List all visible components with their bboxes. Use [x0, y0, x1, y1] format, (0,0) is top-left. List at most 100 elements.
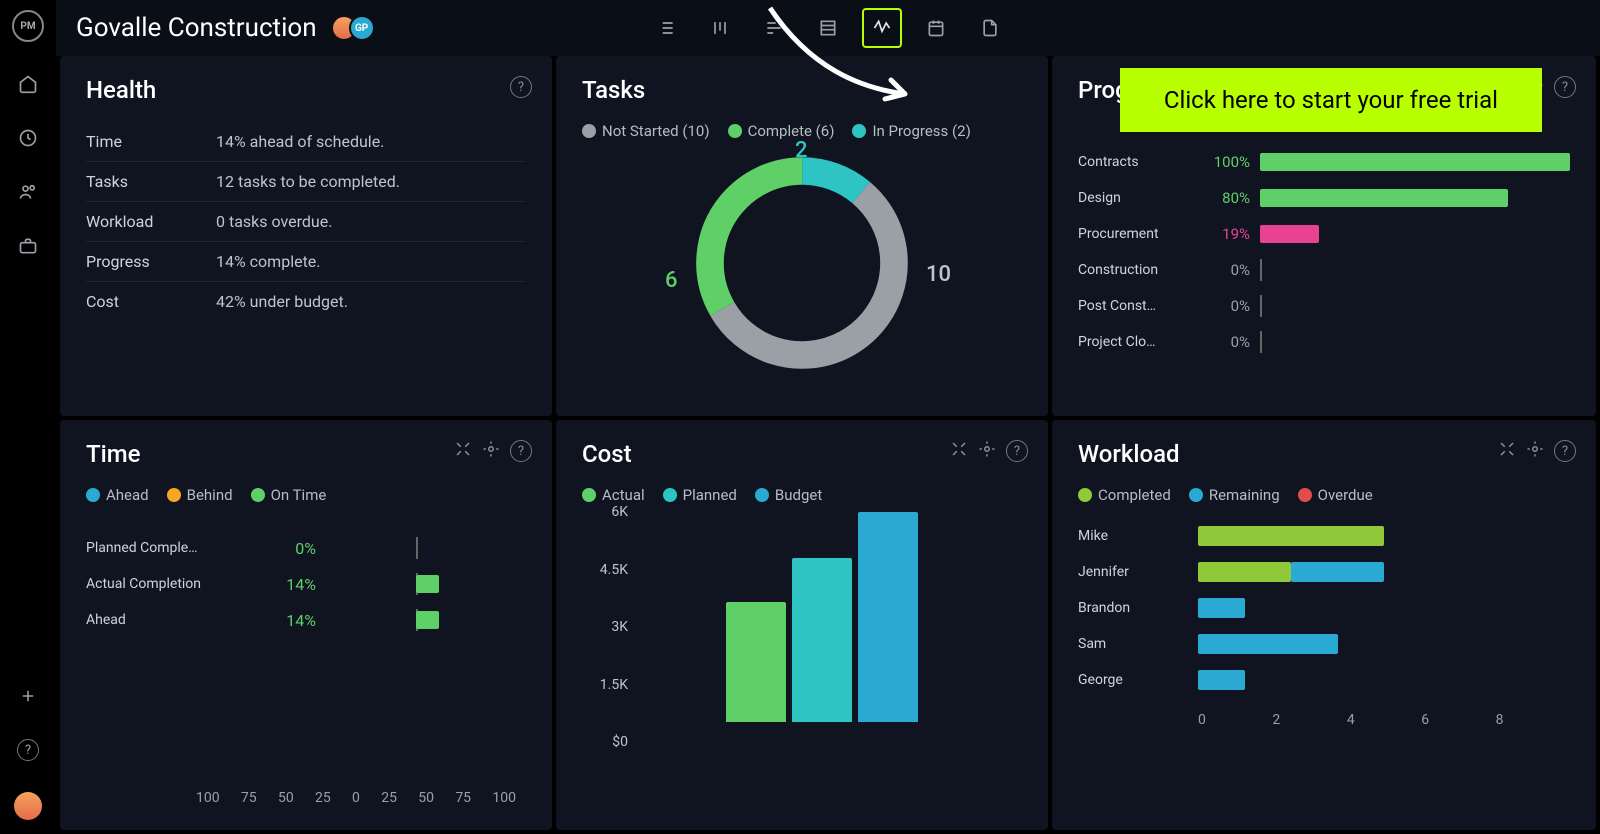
time-legend: Ahead Behind On Time [86, 486, 526, 504]
legend-item: Remaining [1189, 486, 1280, 504]
axis-label: 50 [278, 790, 294, 806]
user-avatar[interactable] [14, 792, 42, 820]
progress-key: Procurement [1078, 226, 1198, 242]
legend-label: Completed [1098, 486, 1171, 504]
dashboard-view-icon[interactable] [862, 8, 902, 48]
board-view-icon[interactable] [700, 8, 740, 48]
workload-legend: Completed Remaining Overdue [1078, 486, 1570, 504]
home-icon[interactable] [16, 72, 40, 96]
legend-dot [663, 488, 677, 502]
card-title: Tasks [582, 76, 1022, 104]
legend-item: Ahead [86, 486, 149, 504]
progress-value: 0% [1198, 297, 1250, 315]
help-icon[interactable]: ? [16, 738, 40, 762]
axis-label: 100 [492, 790, 516, 806]
zero-line [416, 537, 418, 559]
legend-item: Overdue [1298, 486, 1373, 504]
card-help-icon[interactable]: ? [1006, 440, 1028, 462]
briefcase-icon[interactable] [16, 234, 40, 258]
card-help-icon[interactable]: ? [1554, 76, 1576, 98]
tasks-card: Tasks Not Started (10) Complete (6) In P… [556, 56, 1048, 416]
legend-label: Not Started (10) [602, 122, 710, 140]
workload-name: Jennifer [1078, 564, 1198, 580]
card-help-icon[interactable]: ? [1554, 440, 1576, 462]
legend-dot [852, 124, 866, 138]
files-view-icon[interactable] [970, 8, 1010, 48]
plus-icon[interactable] [16, 684, 40, 708]
health-row: Time14% ahead of schedule. [86, 122, 526, 162]
health-value: 12 tasks to be completed. [216, 172, 400, 191]
workload-row: George [1078, 662, 1570, 698]
card-title: Workload [1078, 440, 1570, 468]
sheet-view-icon[interactable] [808, 8, 848, 48]
progress-value: 0% [1198, 261, 1250, 279]
health-value: 14% complete. [216, 252, 321, 271]
card-help-icon[interactable]: ? [510, 76, 532, 98]
legend-dot [1189, 488, 1203, 502]
time-bar [416, 575, 439, 593]
progress-bar [1260, 189, 1508, 207]
progress-row: Project Clo…0% [1078, 324, 1570, 360]
time-value: 0% [266, 539, 316, 558]
progress-key: Design [1078, 190, 1198, 206]
expand-icon[interactable] [454, 440, 472, 462]
axis-label: $0 [582, 734, 628, 750]
legend-label: On Time [271, 486, 327, 504]
expand-icon[interactable] [950, 440, 968, 462]
time-card: Time ? Ahead Behind On Time Planned Comp… [60, 420, 552, 830]
cost-bar-planned [792, 558, 852, 722]
cost-legend: Actual Planned Budget [582, 486, 1022, 504]
topbar: Govalle Construction GP [56, 0, 1600, 56]
workload-name: George [1078, 672, 1198, 688]
gear-icon[interactable] [978, 440, 996, 462]
axis-label: 0 [1198, 712, 1272, 728]
health-key: Time [86, 132, 216, 151]
axis-label: 100 [196, 790, 220, 806]
gantt-view-icon[interactable] [754, 8, 794, 48]
time-value: 14% [266, 611, 316, 630]
progress-bar [1260, 295, 1262, 317]
legend-item: In Progress (2) [852, 122, 970, 140]
gear-icon[interactable] [482, 440, 500, 462]
axis-label: 75 [455, 790, 471, 806]
calendar-view-icon[interactable] [916, 8, 956, 48]
progress-row: Post Const…0% [1078, 288, 1570, 324]
cost-chart: 6K 4.5K 3K 1.5K $0 [582, 512, 1022, 742]
workload-name: Sam [1078, 636, 1198, 652]
axis-label: 75 [241, 790, 257, 806]
time-row: Ahead14% [86, 602, 526, 638]
list-view-icon[interactable] [646, 8, 686, 48]
axis-label: 25 [381, 790, 397, 806]
time-bar [416, 611, 439, 629]
clock-icon[interactable] [16, 126, 40, 150]
gear-icon[interactable] [1526, 440, 1544, 462]
axis-label: 50 [418, 790, 434, 806]
legend-dot [1078, 488, 1092, 502]
shared-users[interactable]: GP [331, 15, 375, 41]
workload-row: Mike [1078, 518, 1570, 554]
card-help-icon[interactable]: ? [510, 440, 532, 462]
progress-row: Contracts100% [1078, 144, 1570, 180]
workload-axis: 0 2 4 6 8 [1078, 712, 1570, 728]
axis-label: 1.5K [582, 677, 628, 693]
team-icon[interactable] [16, 180, 40, 204]
expand-icon[interactable] [1498, 440, 1516, 462]
progress-key: Construction [1078, 262, 1198, 278]
progress-value: 100% [1198, 153, 1250, 171]
health-key: Cost [86, 292, 216, 311]
legend-dot [167, 488, 181, 502]
legend-label: Planned [683, 486, 737, 504]
health-value: 0 tasks overdue. [216, 212, 332, 231]
time-axis: 100 75 50 25 0 25 50 75 100 [86, 790, 526, 810]
app-logo[interactable]: PM [12, 10, 44, 42]
time-value: 14% [266, 575, 316, 594]
legend-item: Actual [582, 486, 645, 504]
donut-callout: 2 [795, 138, 808, 163]
time-key: Actual Completion [86, 576, 266, 592]
progress-key: Project Clo… [1078, 334, 1198, 350]
health-row: Progress14% complete. [86, 242, 526, 282]
health-row: Cost42% under budget. [86, 282, 526, 321]
workload-row: Sam [1078, 626, 1570, 662]
free-trial-cta[interactable]: Click here to start your free trial [1120, 68, 1542, 132]
progress-bar [1260, 153, 1570, 171]
